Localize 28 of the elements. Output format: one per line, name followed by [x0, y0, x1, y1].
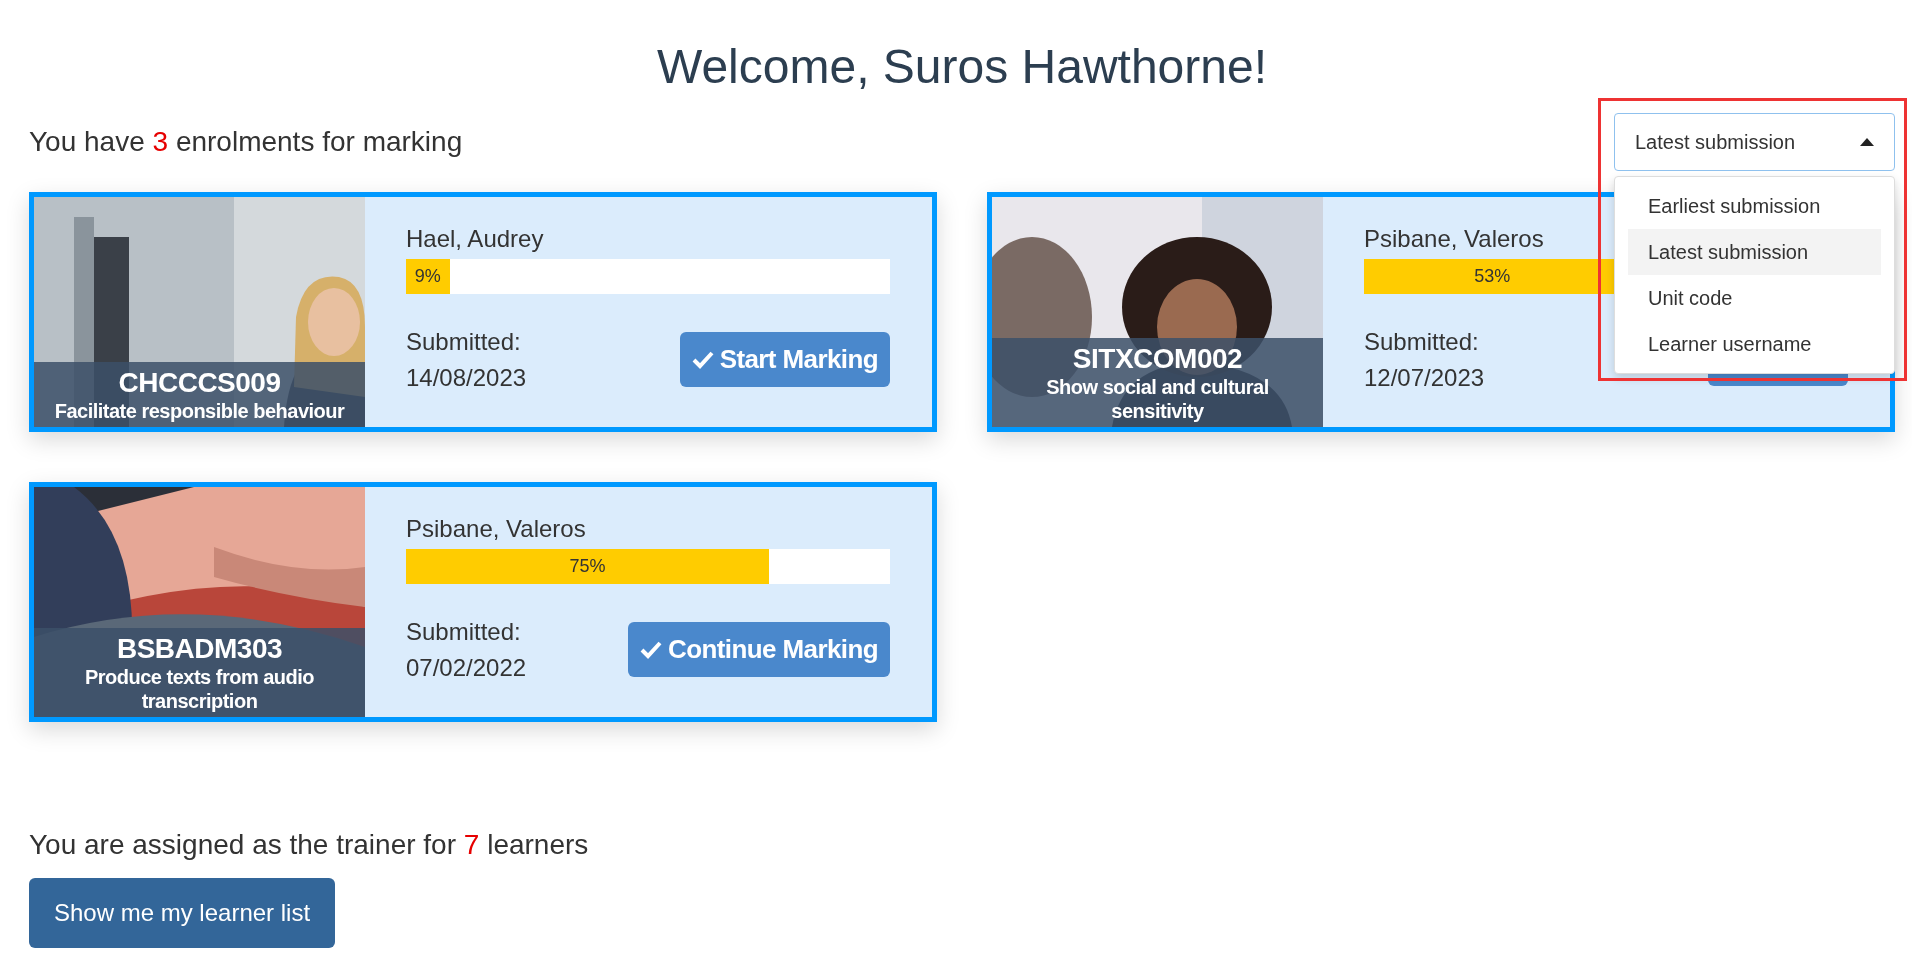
enrolment-summary: You have 3 enrolments for marking [29, 124, 463, 159]
unit-title: Produce texts from audio transcription [83, 664, 316, 713]
learner-name: Psibane, Valeros [406, 514, 586, 544]
page-heading: Welcome, Suros Hawthorne! [656, 39, 1268, 95]
marking-button[interactable]: Continue Marking [628, 622, 890, 678]
learner-list-button[interactable]: Show me my learner list [29, 877, 336, 948]
learner-name: Hael, Audrey [406, 224, 544, 254]
submitted-date: Submitted: 07/02/2022 [406, 616, 527, 683]
check-icon [640, 640, 663, 659]
caret-icon [1860, 137, 1874, 146]
marking-button[interactable]: Start Marking [679, 332, 890, 388]
unit-code: SITXCOM002 [1071, 343, 1244, 375]
submitted-date: Submitted: 14/08/2023 [406, 326, 527, 393]
learner-name: Psibane, Valeros [1364, 224, 1544, 254]
trainer-summary: You are assigned as the trainer for 7 learners [29, 827, 590, 862]
unit-title: Facilitate responsible behaviour [53, 398, 346, 423]
progress-fill: 9% [406, 258, 450, 294]
submitted-date: Submitted: 12/07/2023 [1364, 326, 1485, 393]
unit-code: BSBADM303 [115, 633, 284, 665]
progress-fill: 75% [406, 548, 769, 584]
sort-option[interactable]: Earliest submission [1628, 182, 1881, 229]
unit-code: CHCCCS009 [117, 367, 282, 399]
sort-option[interactable]: Learner username [1628, 320, 1881, 367]
sort-dropdown[interactable]: Latest submission [1614, 112, 1895, 171]
check-icon [691, 350, 714, 369]
sort-option[interactable]: Latest submission [1628, 228, 1881, 275]
sort-option[interactable]: Unit code [1628, 274, 1881, 321]
unit-title: Show social and cultural sensitivity [1045, 374, 1270, 423]
